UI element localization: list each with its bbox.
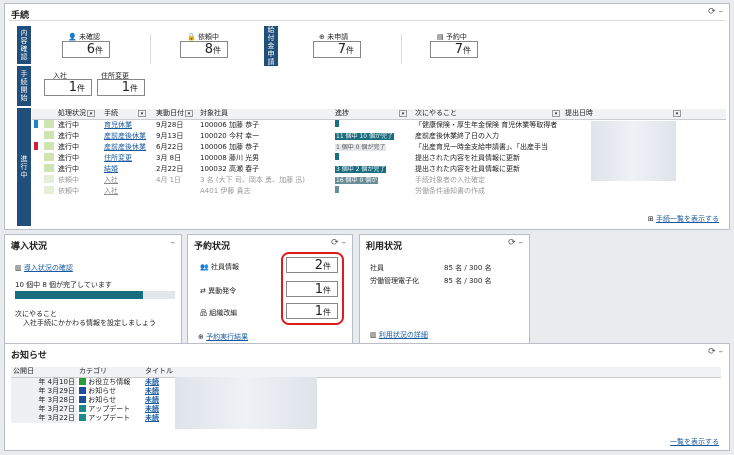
news-table: 公開日 カテゴリ タイトル 年 4月10日 お役立ち情報 未読 年 3月29日 お知ら… xyxy=(11,367,721,423)
procedures-panel: 手続 ⟳ – 内容確認 手続開始 給付金申請 進行中 👤 未確認 6件 🔒 依頼… xyxy=(4,3,730,230)
reserve-title: 予約状況 xyxy=(194,242,231,252)
news-row[interactable]: 年 3月22日 アップデート 未読 xyxy=(11,413,721,423)
news-panel: お知らせ ⟳ – 公開日 カテゴリ タイトル 年 4月10日 お役立ち情報 未読 年 … xyxy=(4,343,730,451)
highlight-box xyxy=(281,252,344,325)
count-address[interactable]: 1件 xyxy=(97,79,145,96)
reserve-result-link[interactable]: ⊕ 予約実行結果 xyxy=(198,332,248,342)
label-proc-start: 手続開始 xyxy=(17,66,31,106)
label-ongoing: 進行中 xyxy=(17,108,31,226)
intro-progress-bar xyxy=(15,291,175,299)
label-pay: 給付金申請 xyxy=(264,26,278,66)
divider xyxy=(150,34,151,64)
intro-check-link[interactable]: ▥ 導入状況の確認 xyxy=(15,263,73,273)
reserve-label-transfer: ⇄ 異動発令 xyxy=(200,287,237,295)
usage-title: 利用状況 xyxy=(366,242,403,252)
reserve-label-employee: 👥 社員情報 xyxy=(200,263,239,271)
usage-label-employee: 社員 xyxy=(370,264,384,272)
news-row[interactable]: 年 3月28日 お知らせ 未読 xyxy=(11,395,721,405)
table-header: 処理状況 ▾ 手続 ▾ 実動日付 ▾ 対象社員 進捗 ▾ 次にやること ▾ 提出日時 ▾ xyxy=(32,109,726,120)
news-row[interactable]: 年 3月27日 アップデート 未読 xyxy=(11,404,721,414)
panel-tools[interactable]: ⟳ – xyxy=(331,238,346,248)
usage-panel: 利用状況 ⟳ – 社員 85 名 / 300 名 労働管理電子化 85 名 / … xyxy=(359,234,530,344)
usage-value-labor: 85 名 / 300 名 xyxy=(444,277,492,285)
news-row[interactable]: 年 4月10日 お役立ち情報 未読 xyxy=(11,377,721,387)
reserve-panel: 予約状況 ⟳ – 👥 社員情報 2件 ⇄ 異動発令 1件 品 組織改編 1件 ⊕… xyxy=(187,234,353,344)
panel-tools[interactable]: ⟳ – xyxy=(508,238,523,248)
divider xyxy=(9,20,725,21)
panel-tools[interactable]: – xyxy=(171,238,176,248)
count-reserved[interactable]: 7件 xyxy=(430,41,478,58)
table-row[interactable]: 依頼中 入社 A401 伊藤 貴志 労働条件通知書の作成 xyxy=(32,185,726,197)
count-unapplied[interactable]: 7件 xyxy=(313,41,361,58)
intro-next-text: 入社手続にかかわる情報を設定しましょう xyxy=(23,319,156,327)
procedures-list-link[interactable]: ⊞ 手続一覧を表示する xyxy=(648,214,719,224)
intro-progress-text: 10 個中 8 個が完了しています xyxy=(15,281,112,289)
usage-detail-link[interactable]: ▥ 利用状況の詳細 xyxy=(370,330,428,340)
usage-label-labor: 労働管理電子化 xyxy=(370,277,419,285)
panel-tools[interactable]: ⟳ – xyxy=(708,347,723,357)
news-list-link[interactable]: 一覧を表示する xyxy=(670,437,719,447)
news-row[interactable]: 年 3月29日 お知らせ 未読 xyxy=(11,386,721,396)
intro-title: 導入状況 xyxy=(11,242,48,252)
news-header: 公開日 カテゴリ タイトル xyxy=(11,367,721,378)
divider xyxy=(401,34,402,64)
count-join[interactable]: 1件 xyxy=(44,79,92,96)
news-titles-redacted xyxy=(175,377,317,429)
panel-tools[interactable]: ⟳ – xyxy=(708,7,723,17)
usage-value-employee: 85 名 / 300 名 xyxy=(444,264,492,272)
label-inner-check: 内容確認 xyxy=(17,26,31,64)
news-title: お知らせ xyxy=(11,351,47,361)
submission-dates-redacted xyxy=(591,121,676,181)
count-requested[interactable]: 8件 xyxy=(180,41,228,58)
intro-panel: 導入状況 – ▥ 導入状況の確認 10 個中 8 個が完了しています 次にやるこ… xyxy=(4,234,182,344)
count-unconfirmed[interactable]: 6件 xyxy=(62,41,110,58)
reserve-label-org: 品 組織改編 xyxy=(200,309,238,317)
